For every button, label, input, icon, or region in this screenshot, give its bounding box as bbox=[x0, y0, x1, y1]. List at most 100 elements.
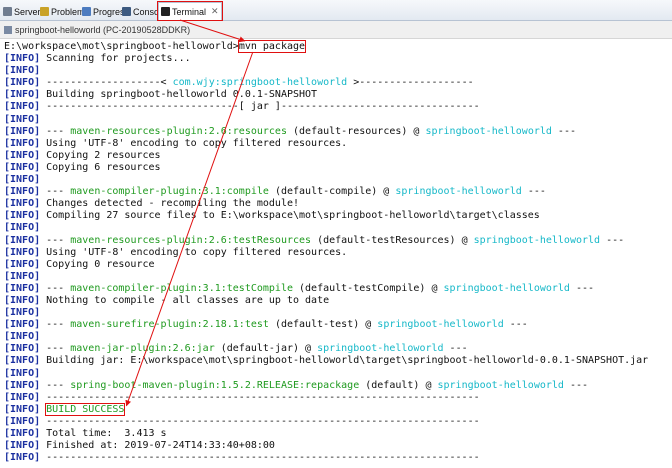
log-text: springboot-helloworld bbox=[395, 186, 522, 198]
typed-command: mvn package bbox=[237, 40, 307, 53]
log-line: [INFO] bbox=[4, 114, 672, 126]
log-line: [INFO] --- maven-compiler-plugin:3.1:com… bbox=[4, 186, 672, 198]
log-text: springboot-helloworld bbox=[437, 379, 564, 391]
log-level: [INFO] bbox=[4, 282, 41, 294]
log-line: [INFO] ---------------------------------… bbox=[4, 452, 672, 464]
terminal-output[interactable]: E:\workspace\mot\springboot-helloworld>m… bbox=[4, 40, 672, 464]
log-text: --- bbox=[563, 379, 589, 391]
log-line: [INFO] bbox=[4, 307, 672, 319]
log-text: Nothing to compile - all classes are up … bbox=[40, 294, 330, 306]
log-text: springboot-helloworld bbox=[473, 234, 601, 246]
log-text: Copying 6 resources bbox=[40, 161, 161, 173]
log-text: --------------------------------[ jar ]-… bbox=[40, 101, 480, 113]
log-line: [INFO] --- maven-surefire-plugin:2.18.1:… bbox=[4, 319, 672, 331]
log-text: maven-compiler-plugin:3.1:compile bbox=[70, 186, 269, 198]
log-text: Building jar: E:\workspace\mot\springboo… bbox=[40, 355, 649, 367]
log-level: [INFO] bbox=[4, 403, 41, 415]
log-level: [INFO] bbox=[4, 307, 41, 319]
log-text: maven-compiler-plugin:3.1:testCompile bbox=[70, 282, 293, 294]
log-level: [INFO] bbox=[4, 428, 41, 439]
log-text: -------------------< bbox=[40, 77, 173, 89]
log-text: --- bbox=[569, 282, 595, 294]
log-line: [INFO] Compiling 27 source files to E:\w… bbox=[4, 210, 672, 222]
log-line: [INFO] Copying 0 resource bbox=[4, 259, 672, 271]
log-line: [INFO] --- maven-resources-plugin:2.6:re… bbox=[4, 126, 672, 138]
log-text: Building springboot-helloworld 0.0.1-SNA… bbox=[40, 89, 318, 101]
log-text: --- bbox=[40, 282, 71, 294]
log-text: Total time: 3.413 s bbox=[40, 428, 167, 439]
log-text: ----------------------------------------… bbox=[40, 415, 480, 427]
log-level: [INFO] bbox=[4, 77, 41, 89]
log-text: (default-compile) @ bbox=[268, 186, 396, 198]
log-level: [INFO] bbox=[4, 270, 41, 282]
log-text: (default-testCompile) @ bbox=[293, 282, 444, 294]
log-level: [INFO] bbox=[4, 415, 41, 427]
log-text: maven-resources-plugin:2.6:resources bbox=[70, 125, 287, 137]
log-line: [INFO] Changes detected - recompiling th… bbox=[4, 198, 672, 210]
log-line: [INFO] bbox=[4, 222, 672, 234]
log-level: [INFO] bbox=[4, 294, 41, 306]
terminal-title-text: springboot-helloworld (PC-20190528DDKR) bbox=[15, 24, 191, 35]
log-level: [INFO] bbox=[4, 355, 41, 367]
log-level: [INFO] bbox=[4, 125, 41, 137]
progress-icon bbox=[82, 7, 91, 16]
log-text: (default-testResources) @ bbox=[311, 234, 474, 246]
tab-label: Terminal bbox=[172, 6, 207, 17]
log-text: (default-test) @ bbox=[268, 319, 378, 331]
log-line: [INFO] -------------------< com.wjy:spri… bbox=[4, 77, 672, 89]
log-text: --- bbox=[600, 234, 625, 246]
log-text: ----------------------------------------… bbox=[40, 391, 480, 403]
log-level: [INFO] bbox=[4, 367, 41, 379]
log-level: [INFO] bbox=[4, 319, 41, 331]
log-level: [INFO] bbox=[4, 113, 41, 125]
log-line: [INFO] bbox=[4, 331, 672, 343]
log-level: [INFO] bbox=[4, 246, 41, 258]
log-text: Copying 2 resources bbox=[40, 149, 161, 161]
log-text: maven-resources-plugin:2.6:testResources bbox=[70, 234, 312, 246]
log-text: com.wjy:springboot-helloworld bbox=[172, 77, 348, 89]
log-level: [INFO] bbox=[4, 222, 41, 234]
log-level: [INFO] bbox=[4, 186, 41, 198]
log-line: [INFO] --- spring-boot-maven-plugin:1.5.… bbox=[4, 380, 672, 392]
log-line: [INFO] Nothing to compile - all classes … bbox=[4, 295, 672, 307]
tab-servers[interactable]: Servers bbox=[3, 3, 45, 20]
log-text: --- bbox=[40, 319, 71, 331]
problems-icon bbox=[40, 7, 49, 16]
log-line: [INFO] bbox=[4, 271, 672, 283]
build-status: BUILD SUCCESS bbox=[45, 402, 126, 416]
log-line: [INFO] --- maven-resources-plugin:2.6:te… bbox=[4, 235, 672, 247]
log-text: Compiling 27 source files to E:\workspac… bbox=[40, 210, 540, 222]
log-level: [INFO] bbox=[4, 258, 41, 270]
log-text: --- bbox=[40, 234, 71, 246]
server-icon bbox=[3, 7, 12, 16]
log-text: >------------------- bbox=[347, 77, 474, 89]
log-line: [INFO] Using 'UTF-8' encoding to copy fi… bbox=[4, 247, 672, 259]
log-line: [INFO] Total time: 3.413 s bbox=[4, 428, 672, 440]
log-line: [INFO] --- maven-jar-plugin:2.6:jar (def… bbox=[4, 343, 672, 355]
log-text: --- bbox=[40, 343, 71, 355]
computer-icon bbox=[4, 25, 12, 34]
log-text: --- bbox=[503, 319, 528, 331]
tab-terminal[interactable]: Terminal ✕ bbox=[157, 1, 223, 21]
log-text: spring-boot-maven-plugin:1.5.2.RELEASE:r… bbox=[70, 379, 360, 391]
log-line: [INFO] Copying 2 resources bbox=[4, 150, 672, 162]
log-line: [INFO] ---------------------------------… bbox=[4, 416, 672, 428]
log-level: [INFO] bbox=[4, 343, 41, 355]
log-level: [INFO] bbox=[4, 234, 41, 246]
log-line: [INFO] Finished at: 2019-07-24T14:33:40+… bbox=[4, 440, 672, 452]
log-text: springboot-helloworld bbox=[425, 125, 552, 137]
close-icon[interactable]: ✕ bbox=[211, 6, 219, 17]
log-level: [INFO] bbox=[4, 53, 41, 65]
log-text: --- bbox=[40, 125, 71, 137]
log-text: --- bbox=[443, 343, 468, 355]
log-level: [INFO] bbox=[4, 174, 41, 186]
log-text: ----------------------------------------… bbox=[40, 452, 480, 464]
log-text: --- bbox=[521, 186, 546, 198]
prompt-line: E:\workspace\mot\springboot-helloworld>m… bbox=[4, 40, 672, 53]
log-line: [INFO] Building springboot-helloworld 0.… bbox=[4, 89, 672, 101]
console-icon bbox=[122, 7, 131, 16]
log-level: [INFO] bbox=[4, 101, 41, 113]
log-line: [INFO] ---------------------------------… bbox=[4, 392, 672, 404]
log-text: Finished at: 2019-07-24T14:33:40+08:00 bbox=[40, 440, 275, 452]
view-tab-bar: Servers Problems Progress Console Termin… bbox=[0, 0, 672, 21]
